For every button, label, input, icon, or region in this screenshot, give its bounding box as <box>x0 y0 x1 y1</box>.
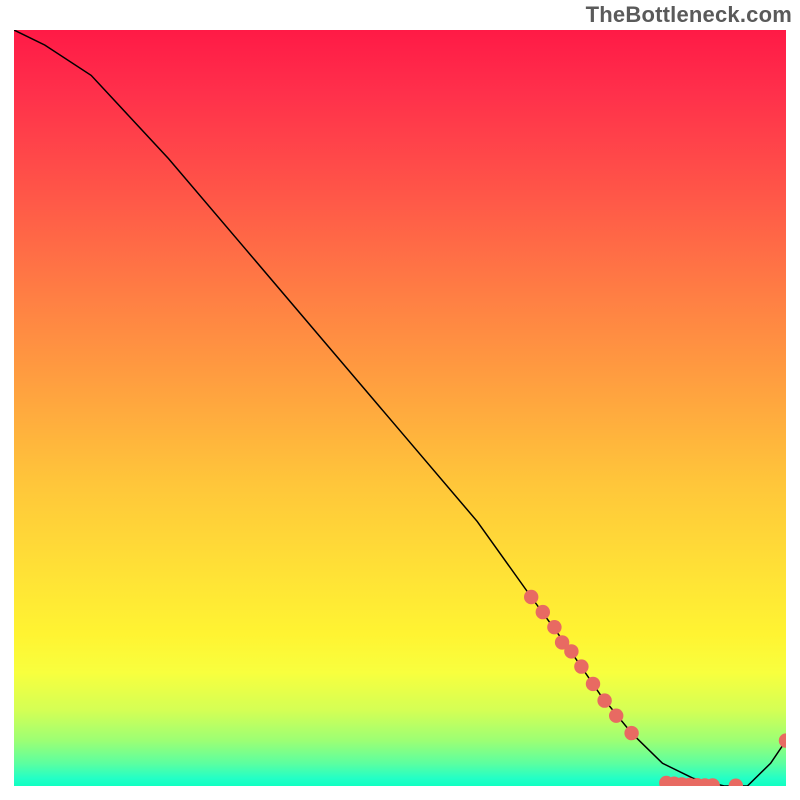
segment-marker <box>609 709 623 723</box>
segment-marker <box>729 779 743 787</box>
segment-marker <box>597 693 611 707</box>
watermark-label: TheBottleneck.com <box>586 2 792 28</box>
segment-marker <box>524 590 538 604</box>
segment-marker <box>547 620 561 634</box>
plot-frame <box>14 30 786 786</box>
segment-marker <box>536 605 550 619</box>
segment-marker <box>564 644 578 658</box>
segment-marker <box>574 659 588 673</box>
curve-line <box>14 30 786 786</box>
chart-container: TheBottleneck.com <box>0 0 800 800</box>
plot-svg <box>14 30 786 786</box>
segment-marker <box>624 726 638 740</box>
segment-marker <box>586 677 600 691</box>
segment-marker <box>779 733 786 747</box>
